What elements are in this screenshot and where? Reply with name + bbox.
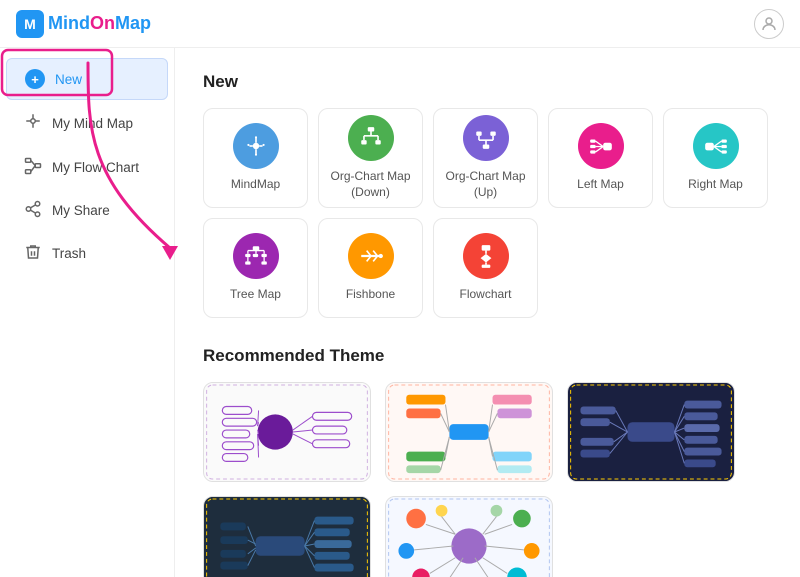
- sidebar-item-mind-map[interactable]: My Mind Map: [6, 102, 168, 145]
- sidebar-item-mind-map-label: My Mind Map: [52, 116, 133, 131]
- left-map-label: Left Map: [577, 177, 624, 193]
- flowchart-icon: [463, 233, 509, 279]
- map-card-right-map[interactable]: Right Map: [663, 108, 768, 208]
- logo: M MindOnMap: [16, 10, 151, 38]
- map-card-mindmap[interactable]: MindMap: [203, 108, 308, 208]
- theme-preview-2: [386, 383, 552, 481]
- theme-preview-1: [204, 383, 370, 481]
- theme-card-3[interactable]: [567, 382, 735, 482]
- new-section-title: New: [203, 72, 772, 92]
- theme-card-4[interactable]: [203, 496, 371, 577]
- sidebar-item-share[interactable]: My Share: [6, 190, 168, 231]
- map-card-fishbone[interactable]: Fishbone: [318, 218, 423, 318]
- mindmap-label: MindMap: [231, 177, 280, 193]
- sidebar-item-new[interactable]: + New: [6, 58, 168, 100]
- map-grid: MindMap Org-Chart Map(Down): [203, 108, 772, 318]
- theme-card-5[interactable]: [385, 496, 553, 577]
- sidebar-item-flow-chart[interactable]: My Flow Chart: [6, 147, 168, 188]
- org-chart-up-icon: [463, 115, 509, 161]
- tree-map-label: Tree Map: [230, 287, 281, 303]
- theme-preview-5: [386, 497, 552, 577]
- mind-map-icon: [24, 112, 42, 135]
- org-chart-up-label: Org-Chart Map (Up): [434, 169, 537, 200]
- sidebar-item-trash[interactable]: Trash: [6, 233, 168, 274]
- map-card-left-map[interactable]: Left Map: [548, 108, 653, 208]
- right-map-label: Right Map: [688, 177, 743, 193]
- mindmap-icon: [233, 123, 279, 169]
- map-card-flowchart[interactable]: Flowchart: [433, 218, 538, 318]
- sidebar-item-new-label: New: [55, 72, 82, 87]
- theme-card-1[interactable]: [203, 382, 371, 482]
- sidebar: + New My Mind Map: [0, 48, 175, 577]
- map-card-org-chart-up[interactable]: Org-Chart Map (Up): [433, 108, 538, 208]
- header: M MindOnMap: [0, 0, 800, 48]
- tree-map-icon: [233, 233, 279, 279]
- map-card-org-chart-down[interactable]: Org-Chart Map(Down): [318, 108, 423, 208]
- plus-icon: +: [25, 69, 45, 89]
- theme-preview-4: [204, 497, 370, 577]
- sidebar-item-trash-label: Trash: [52, 246, 86, 261]
- theme-grid: [203, 382, 772, 577]
- flow-chart-icon: [24, 157, 42, 178]
- left-map-icon: [578, 123, 624, 169]
- theme-preview-3: [568, 383, 734, 481]
- fishbone-label: Fishbone: [346, 287, 395, 303]
- sidebar-item-flow-chart-label: My Flow Chart: [52, 160, 139, 175]
- theme-card-2[interactable]: [385, 382, 553, 482]
- user-avatar-icon[interactable]: [754, 9, 784, 39]
- sidebar-item-share-label: My Share: [52, 203, 110, 218]
- recommended-section-title: Recommended Theme: [203, 346, 772, 366]
- trash-icon: [24, 243, 42, 264]
- flowchart-label: Flowchart: [459, 287, 511, 303]
- org-chart-down-icon: [348, 115, 394, 161]
- map-card-tree-map[interactable]: Tree Map: [203, 218, 308, 318]
- main-content: New MindMap: [175, 48, 800, 577]
- layout: + New My Mind Map: [0, 48, 800, 577]
- org-chart-down-label: Org-Chart Map(Down): [330, 169, 410, 200]
- right-map-icon: [693, 123, 739, 169]
- fishbone-icon: [348, 233, 394, 279]
- logo-icon: M: [16, 10, 44, 38]
- share-icon: [24, 200, 42, 221]
